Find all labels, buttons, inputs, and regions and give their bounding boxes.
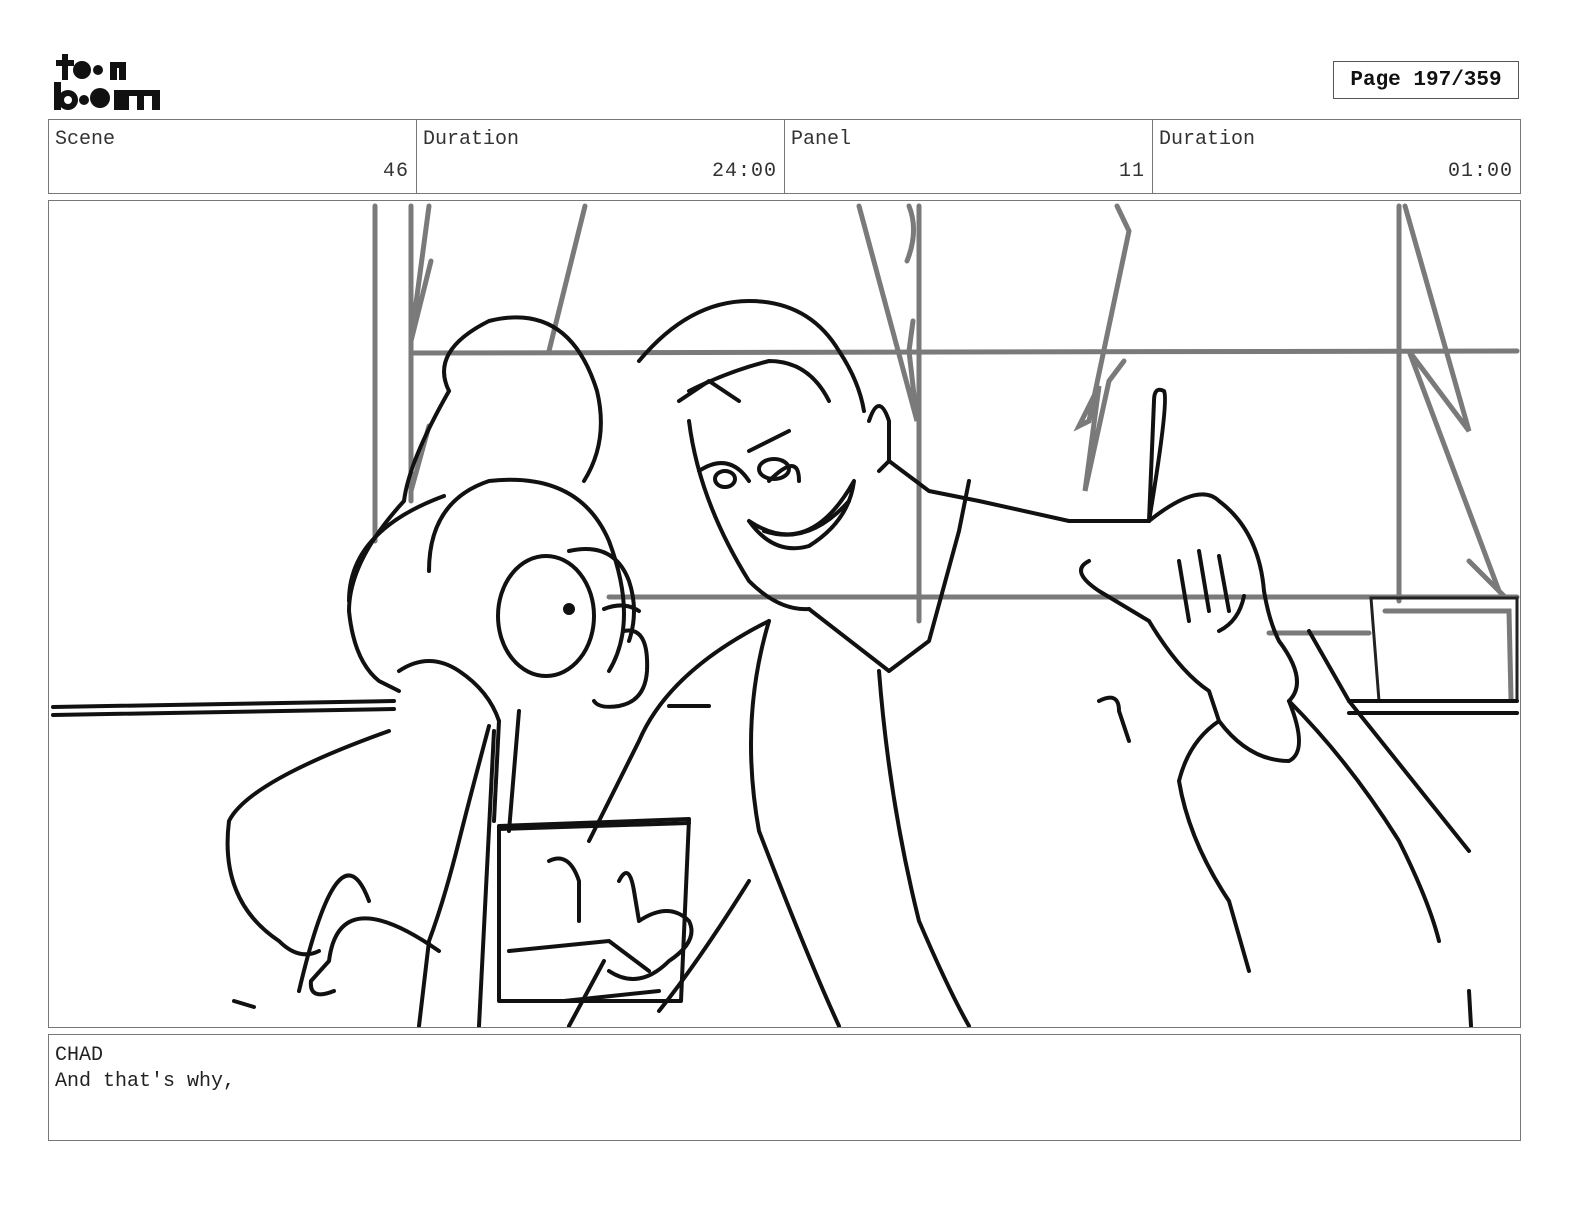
panel-value: 11 [1118, 160, 1145, 183]
character-sketch [51, 299, 1519, 1027]
dialogue-speaker: CHAD [55, 1044, 104, 1067]
panel-cell: Panel 11 [785, 120, 1153, 193]
panel-duration-value: 01:00 [1447, 160, 1513, 183]
scene-label: Scene [55, 128, 116, 151]
storyboard-sketch [51, 203, 1520, 1027]
storyboard-panel [48, 200, 1521, 1028]
dialogue-line: And that's why, [55, 1070, 236, 1093]
toonboom-logo [54, 54, 160, 110]
panel-label: Panel [791, 128, 852, 151]
scene-duration-value: 24:00 [711, 160, 777, 183]
scene-duration-cell: Duration 24:00 [417, 120, 785, 193]
dialogue-box: CHAD And that's why, [48, 1034, 1521, 1141]
scene-value: 46 [382, 160, 409, 183]
window-background [372, 203, 1520, 703]
panel-info-header: Scene 46 Duration 24:00 Panel 11 Duratio… [48, 119, 1521, 194]
panel-duration-cell: Duration 01:00 [1153, 120, 1520, 193]
page-number: Page 197/359 [1333, 61, 1519, 99]
panel-duration-label: Duration [1159, 128, 1256, 151]
scene-cell: Scene 46 [49, 120, 417, 193]
scene-duration-label: Duration [423, 128, 520, 151]
